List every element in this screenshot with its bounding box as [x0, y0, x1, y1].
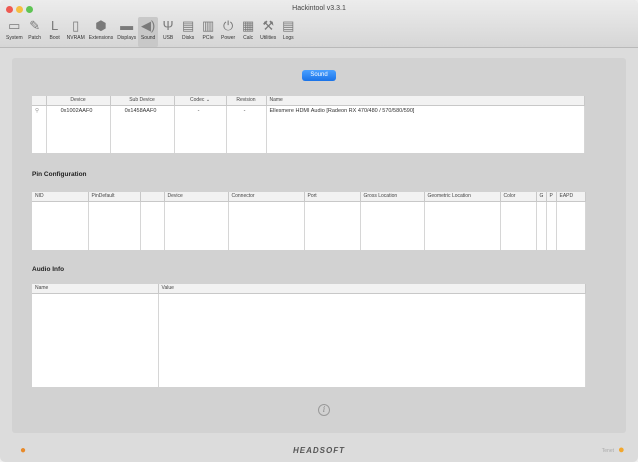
toolbar-boot-button[interactable]: L Boot [45, 17, 65, 47]
codec-header-label: Codec [189, 97, 205, 104]
calculator-icon: ▦ [241, 17, 255, 33]
pcie-icon: ▥ [201, 17, 215, 33]
lightbulb-icon[interactable]: ● [618, 444, 629, 456]
audio-value-column-header[interactable]: Value [158, 284, 586, 294]
table-row[interactable] [32, 201, 586, 250]
toolbar-patch-button[interactable]: ✎ Patch [25, 17, 45, 47]
codec-cell: - [174, 105, 227, 153]
toolbar-label: Power [221, 35, 236, 41]
sub-device-column-header[interactable]: Sub Device [110, 96, 175, 106]
monitor-icon: ▭ [8, 17, 21, 33]
name-column-header[interactable]: Name [266, 96, 585, 106]
device-cell: 0x1002AAF0 [46, 105, 111, 153]
toolbar-logs-button[interactable]: ▤ Logs [278, 17, 298, 47]
codec-column-header[interactable]: Codec ⌄ [174, 96, 227, 106]
toolbar-label: Calc [243, 35, 254, 41]
connector-column-header[interactable]: Connector [228, 192, 305, 202]
pindefault-column-header[interactable]: PinDefault [88, 192, 141, 202]
toolbar-label: USB [162, 35, 174, 41]
pencil-icon: ✎ [29, 17, 41, 33]
pin-configuration-heading: Pin Configuration [32, 171, 87, 178]
color-column-header[interactable]: Color [500, 192, 537, 202]
toolbar-label: Utilities [260, 35, 277, 41]
pin-device-column-header[interactable]: Device [164, 192, 229, 202]
toolbar-label: Sound [140, 35, 156, 41]
toolbar-label: PCIe [202, 35, 214, 41]
blank-column-header[interactable] [140, 192, 165, 202]
device-table-icon-header[interactable] [32, 96, 47, 106]
info-icon[interactable]: i [318, 404, 330, 416]
toolbar-label: Logs [282, 35, 294, 41]
revision-column-header[interactable]: Revision [226, 96, 267, 106]
eapd-column-header[interactable]: EAPD [556, 192, 586, 202]
toolbar-displays-button[interactable]: ▬ Displays [115, 17, 138, 47]
extension-icon: ⬢ [95, 17, 107, 33]
toolbar-label: System [6, 35, 23, 41]
nid-column-header[interactable]: NID [32, 192, 89, 202]
toolbar-label: Extensions [88, 35, 114, 41]
toolbar-sound-button[interactable]: ◀) Sound [138, 17, 159, 47]
audio-info-table[interactable]: Name Value [32, 284, 586, 387]
name-cell: Ellesmere HDMI Audio [Radeon RX 470/480 … [266, 105, 585, 153]
toolbar-label: NVRAM [66, 35, 85, 41]
toolbar-utilities-button[interactable]: ⚒ Utilities [258, 17, 278, 47]
title-bar: Hackintool v3.3.1 ▭ System ✎ Patch L Boot ▯ NVR… [0, 0, 638, 48]
window-title: Hackintool v3.3.1 [292, 5, 346, 12]
chevron-down-icon: ⌄ [205, 97, 211, 104]
footer-bar: ● HEADSOFT Tenet ● [0, 440, 638, 462]
tip-label: Tenet [601, 448, 614, 454]
toolbar-label: Patch [28, 35, 42, 41]
logs-icon: ▤ [282, 17, 295, 33]
device-column-header[interactable]: Device [46, 96, 111, 106]
toolbar-power-button[interactable]: ⏻ Power [218, 17, 238, 47]
power-icon: ⏻ [222, 17, 234, 33]
toolbar-system-button[interactable]: ▭ System [4, 17, 25, 47]
boot-icon: L [51, 18, 59, 33]
search-icon[interactable]: ⚲ [32, 105, 47, 153]
toolbar-calc-button[interactable]: ▦ Calc [238, 17, 258, 47]
app-window: Hackintool v3.3.1 ▭ System ✎ Patch L Boot ▯ NVR… [0, 0, 638, 462]
geometric-location-column-header[interactable]: Geometric Location [424, 192, 501, 202]
usb-icon: Ψ [162, 18, 174, 33]
toolbar-usb-button[interactable]: Ψ USB [158, 17, 178, 47]
chip-icon: ▯ [72, 17, 80, 33]
table-row[interactable]: ⚲ 0x1002AAF0 0x1458AAF0 - - Ellesmere HD… [32, 105, 585, 153]
revision-cell: - [226, 105, 267, 153]
disk-icon: ▤ [181, 17, 195, 33]
brand-logo: HEADSOFT [293, 446, 345, 455]
table-row[interactable] [32, 293, 586, 387]
speaker-icon: ◀) [140, 17, 156, 33]
audio-info-heading: Audio Info [32, 266, 65, 273]
toolbar: ▭ System ✎ Patch L Boot ▯ NVRAM ⬢ Extensions ▬ Disp… [4, 17, 298, 47]
toolbar-label: Displays [117, 35, 137, 41]
sound-section-button[interactable]: Sound [302, 70, 336, 81]
gross-location-column-header[interactable]: Gross Location [360, 192, 425, 202]
wrench-icon: ⚒ [262, 17, 274, 33]
sub-device-cell: 0x1458AAF0 [110, 105, 175, 153]
toolbar-label: Boot [49, 35, 60, 41]
port-column-header[interactable]: Port [304, 192, 361, 202]
toolbar-nvram-button[interactable]: ▯ NVRAM [65, 17, 87, 47]
toolbar-pcie-button[interactable]: ▥ PCIe [198, 17, 218, 47]
g-column-header[interactable]: G [536, 192, 547, 202]
toolbar-disks-button[interactable]: ▤ Disks [178, 17, 198, 47]
p-column-header[interactable]: P [546, 192, 557, 202]
toolbar-label: Disks [181, 35, 195, 41]
toolbar-extensions-button[interactable]: ⬢ Extensions [87, 17, 115, 47]
audio-name-column-header[interactable]: Name [32, 284, 159, 294]
pin-configuration-table[interactable]: NID PinDefault Device Connector Port Gro… [32, 192, 586, 250]
sound-panel: Sound Device Sub Device Codec ⌄ Revision… [12, 58, 626, 433]
display-icon: ▬ [120, 18, 134, 33]
audio-device-table[interactable]: Device Sub Device Codec ⌄ Revision Name … [32, 96, 585, 153]
